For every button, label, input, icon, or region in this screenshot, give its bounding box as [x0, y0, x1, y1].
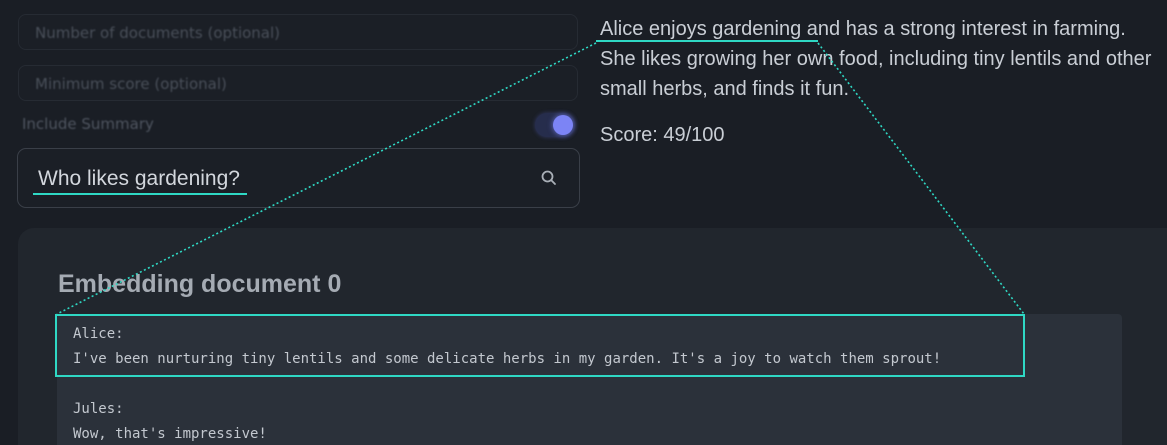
summary-highlight-underline [596, 40, 818, 42]
num-documents-input[interactable]: Number of documents (optional) [18, 14, 578, 50]
search-highlight-underline [33, 193, 247, 195]
num-documents-placeholder: Number of documents (optional) [35, 24, 281, 42]
search-box [17, 148, 580, 208]
search-input[interactable] [38, 165, 518, 193]
min-score-input[interactable]: Minimum score (optional) [18, 65, 578, 101]
include-summary-row: Include Summary [18, 112, 578, 140]
highlight-box [55, 314, 1025, 377]
include-summary-toggle[interactable] [535, 113, 575, 137]
search-icon[interactable] [540, 169, 558, 187]
document-title: Embedding document 0 [58, 270, 342, 298]
app-root: Number of documents (optional) Minimum s… [0, 0, 1167, 445]
min-score-placeholder: Minimum score (optional) [35, 75, 227, 93]
document-line: Wow, that's impressive! [73, 426, 267, 442]
toggle-knob [553, 115, 573, 135]
include-summary-label: Include Summary [22, 115, 154, 133]
document-line: Jules: [73, 401, 124, 417]
summary-text: Alice enjoys gardening and has a strong … [600, 18, 1152, 100]
score-text: Score: 49/100 [600, 124, 725, 146]
